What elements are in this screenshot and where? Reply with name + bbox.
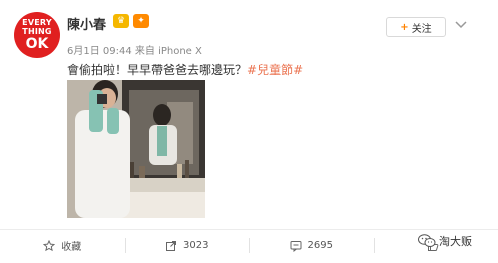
crown-icon: ♛ [113, 14, 129, 28]
share-icon [166, 240, 177, 251]
post-photo[interactable] [67, 80, 205, 218]
follow-button[interactable]: + 关注 [386, 17, 446, 37]
chevron-down-icon [455, 21, 467, 29]
weibo-post-card: EVERY THING OK 陳小春 ♛ ✦ + 关注 6月1日 09:44 来… [0, 0, 498, 263]
avatar-text-line-1: EVERY [22, 18, 52, 27]
follow-button-label: 关注 [411, 23, 432, 35]
watermark-text: 淘大贩 [439, 235, 472, 248]
author-name[interactable]: 陳小春 [67, 14, 106, 33]
avatar-text-line-3: OK [25, 36, 49, 52]
vip-icon: ✦ [133, 14, 149, 28]
author-badges: ♛ ✦ [113, 14, 149, 28]
favorite-button[interactable]: 收藏 [0, 230, 125, 261]
avatar[interactable]: EVERY THING OK [14, 12, 60, 58]
star-icon [43, 239, 56, 251]
comment-button[interactable]: 2695 [249, 230, 374, 261]
repost-button[interactable]: 3023 [124, 230, 250, 261]
comment-icon [290, 240, 302, 252]
post-meta: 6月1日 09:44 来自 iPhone X [67, 46, 202, 57]
plus-icon: + [400, 21, 409, 33]
post-body: 會偷拍啦！早早帶爸爸去哪邊玩？ [67, 63, 248, 77]
more-options-button[interactable] [452, 16, 470, 34]
favorite-label: 收藏 [61, 242, 82, 253]
wechat-icon [418, 234, 436, 247]
watermark: 淘大贩 [418, 233, 472, 249]
comment-count: 2695 [307, 240, 333, 251]
photo-image [67, 80, 205, 218]
hashtag-link[interactable]: #兒童節# [247, 63, 303, 77]
repost-count: 3023 [183, 240, 209, 251]
avatar-text-line-2: THING [22, 27, 52, 36]
post-text: 會偷拍啦！早早帶爸爸去哪邊玩？#兒童節# [67, 61, 303, 78]
